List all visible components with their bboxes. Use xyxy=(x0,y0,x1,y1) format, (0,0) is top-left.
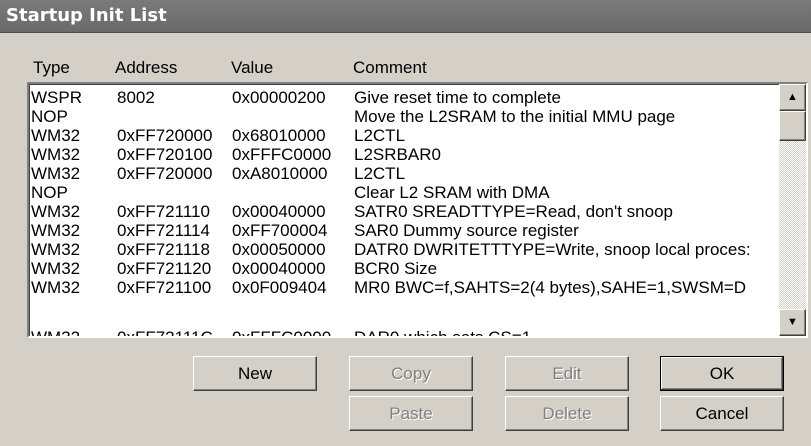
table-row[interactable]: NOP Move the L2SRAM to the initial MMU p… xyxy=(29,107,779,126)
cell-value: 0x00050000 xyxy=(232,240,326,259)
cell-value: 0xFFFC0000 xyxy=(232,328,332,338)
cell-type: WM32 xyxy=(31,164,81,183)
cell-value: 0x00040000 xyxy=(232,202,326,221)
scroll-thumb[interactable] xyxy=(779,111,806,141)
table-row[interactable]: NOP Clear L2 SRAM with DMA xyxy=(29,183,779,202)
paste-button[interactable]: Paste xyxy=(349,396,473,431)
table-row[interactable]: WM32 0xFF721114 0xFF700004 SAR0 Dummy so… xyxy=(29,221,779,240)
edit-button[interactable]: Edit xyxy=(505,356,629,391)
cell-value: 0x00040000 xyxy=(232,259,326,278)
cell-comment: DAR0 which sets CS=1 xyxy=(354,328,532,338)
table-row[interactable]: WM32 0xFF720100 0xFFFC0000 L2SRBAR0 xyxy=(29,145,779,164)
new-button[interactable]: New xyxy=(193,356,317,391)
table-row[interactable]: WM32 0xFF721100 0x0F009404 MR0 BWC=f,SAH… xyxy=(29,278,779,297)
cell-type: WM32 xyxy=(31,202,81,221)
title-bar: Startup Init List xyxy=(0,0,811,33)
cell-value: 0x0F009404 xyxy=(232,278,327,297)
cell-comment: L2CTL xyxy=(354,164,406,183)
cell-value: 0xA8010000 xyxy=(232,164,328,183)
cell-address: 0xFF720000 xyxy=(117,126,213,145)
table-row[interactable]: WM32 0xFF721110 0x00040000 SATR0 SREADTT… xyxy=(29,202,779,221)
cell-type: WM32 xyxy=(31,259,81,278)
cell-comment: Clear L2 SRAM with DMA xyxy=(354,183,550,202)
cell-address: 0xFF721114 xyxy=(117,221,210,240)
cell-type: WM32 xyxy=(31,240,81,259)
table-row[interactable]: WM32 0xFF721120 0x00040000 BCR0 Size xyxy=(29,259,779,278)
cell-type: WM32 xyxy=(31,126,81,145)
column-header-value: Value xyxy=(231,58,274,77)
scroll-down-button[interactable]: ▼ xyxy=(779,309,806,336)
cell-address: 0xFF721118 xyxy=(117,240,210,259)
cell-value: 0xFF700004 xyxy=(232,221,328,240)
init-list-rows: WSPR 8002 0x00000200 Give reset time to … xyxy=(29,88,779,338)
scroll-up-button[interactable]: ▲ xyxy=(779,84,806,111)
cell-address: 0xFF721120 xyxy=(117,259,212,278)
cell-address: 0xFF720100 xyxy=(117,145,213,164)
arrow-up-icon: ▲ xyxy=(787,91,798,103)
cell-address: 8002 xyxy=(117,88,155,107)
cell-comment: Move the L2SRAM to the initial MMU page xyxy=(354,107,676,126)
vertical-scrollbar[interactable]: ▲ ▼ xyxy=(779,84,806,336)
cell-type: WM32 xyxy=(31,221,81,240)
arrow-down-icon: ▼ xyxy=(787,316,798,328)
cell-address: 0xFF721100 xyxy=(117,278,212,297)
copy-button[interactable]: Copy xyxy=(349,356,473,391)
cell-comment: BCR0 Size xyxy=(354,259,438,278)
column-header-address: Address xyxy=(115,58,178,77)
cell-type: WM32 xyxy=(31,328,81,338)
cell-type: WM32 xyxy=(31,145,81,164)
ok-button[interactable]: OK xyxy=(660,356,784,391)
cell-value: 0x68010000 xyxy=(232,126,326,145)
cell-address: 0xFF721110 xyxy=(117,202,210,221)
cell-comment: MR0 BWC=f,SAHTS=2(4 bytes),SAHE=1,SWSM=D xyxy=(354,278,747,297)
init-list[interactable]: WSPR 8002 0x00000200 Give reset time to … xyxy=(27,82,808,338)
cell-comment: SATR0 SREADTTYPE=Read, don't snoop xyxy=(354,202,673,221)
cell-comment: L2SRBAR0 xyxy=(354,145,441,164)
cell-type: WSPR xyxy=(31,88,82,107)
table-row[interactable]: WM32 0xFF72111C 0xFFFC0000 DAR0 which se… xyxy=(29,328,779,338)
column-header-type: Type xyxy=(33,58,70,77)
cancel-button[interactable]: Cancel xyxy=(660,396,784,431)
cell-type: NOP xyxy=(31,183,68,202)
cell-comment: DATR0 DWRITETTTYPE=Write, snoop local pr… xyxy=(354,240,751,259)
cell-comment: SAR0 Dummy source register xyxy=(354,221,579,240)
delete-button[interactable]: Delete xyxy=(505,396,629,431)
table-row[interactable]: WM32 0xFF721118 0x00050000 DATR0 DWRITET… xyxy=(29,240,779,259)
table-row[interactable]: WSPR 8002 0x00000200 Give reset time to … xyxy=(29,88,779,107)
cell-comment: Give reset time to complete xyxy=(354,88,561,107)
table-row[interactable]: WM32 0xFF720000 0x68010000 L2CTL xyxy=(29,126,779,145)
cell-value: 0xFFFC0000 xyxy=(232,145,332,164)
column-header-comment: Comment xyxy=(353,58,427,77)
cell-address: 0xFF72111C xyxy=(117,328,213,338)
table-row[interactable]: WM32 0xFF720000 0xA8010000 L2CTL xyxy=(29,164,779,183)
cell-type: WM32 xyxy=(31,278,81,297)
cell-type: NOP xyxy=(31,107,68,126)
window-title: Startup Init List xyxy=(6,5,167,26)
cell-comment: L2CTL xyxy=(354,126,406,145)
cell-value: 0x00000200 xyxy=(232,88,326,107)
cell-address: 0xFF720000 xyxy=(117,164,213,183)
